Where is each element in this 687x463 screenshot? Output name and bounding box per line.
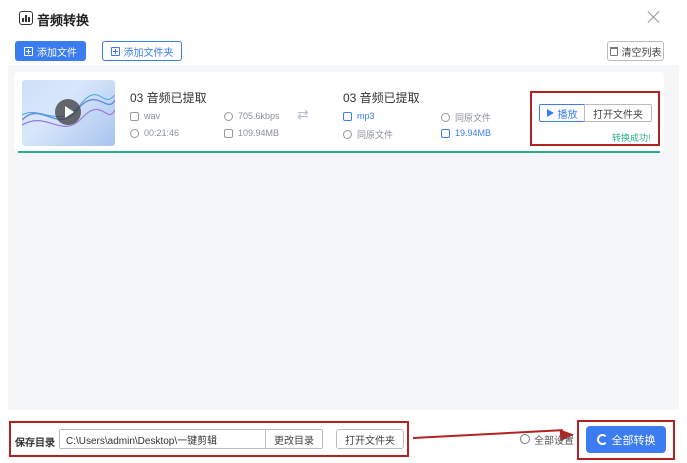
gear-icon — [520, 434, 530, 444]
convert-icon — [596, 434, 608, 445]
conversion-status: 转换成功! — [612, 133, 651, 143]
source-size: 109.94MB — [224, 128, 279, 138]
size-icon — [224, 128, 233, 138]
change-dir-button[interactable]: 更改目录 — [265, 429, 323, 449]
convert-all-button[interactable]: 全部转换 — [586, 426, 666, 453]
add-file-icon — [24, 46, 33, 56]
window-title: 音频转换 — [37, 13, 90, 28]
bitrate-icon — [441, 113, 450, 122]
music-file-icon — [343, 111, 352, 121]
source-bitrate: 705.6kbps — [224, 111, 280, 121]
source-duration: 00:21:46 — [130, 128, 179, 138]
add-folder-icon — [110, 46, 120, 56]
footer-open-folder-button[interactable]: 打开文件夹 — [336, 429, 404, 449]
target-format[interactable]: mp3 — [343, 111, 375, 121]
add-folder-button[interactable]: 添加文件夹 — [102, 41, 182, 61]
target-bitrate: 同原文件 — [441, 111, 491, 124]
target-file-name: 03 音频已提取 — [343, 91, 420, 105]
save-dir-input[interactable] — [59, 429, 266, 449]
source-format: wav — [130, 111, 160, 121]
target-duration: 同原文件 — [343, 128, 393, 141]
open-folder-button[interactable]: 打开文件夹 — [584, 104, 652, 122]
conversion-progress-bar — [18, 151, 660, 153]
source-file-name: 03 音频已提取 — [130, 91, 207, 105]
play-button[interactable]: 播放 — [539, 104, 585, 122]
bitrate-icon — [224, 111, 233, 121]
clock-icon — [130, 128, 139, 138]
play-icon[interactable] — [55, 99, 81, 125]
clear-list-button[interactable]: 清空列表 — [607, 41, 664, 61]
close-icon[interactable] — [646, 9, 662, 25]
play-icon — [546, 109, 554, 117]
music-file-icon — [130, 111, 139, 121]
add-file-button[interactable]: 添加文件 — [15, 41, 86, 61]
audio-app-icon — [19, 11, 33, 25]
all-settings-button[interactable]: 全部设置 — [517, 429, 577, 449]
target-size: 19.94MB — [441, 128, 491, 138]
title-bar: 音频转换 — [0, 0, 687, 36]
size-icon — [441, 128, 450, 138]
convert-arrow-icon: ⇄ — [297, 106, 309, 122]
save-dir-label: 保存目录 — [15, 438, 55, 449]
trash-icon — [609, 46, 618, 56]
clock-icon — [343, 130, 352, 139]
